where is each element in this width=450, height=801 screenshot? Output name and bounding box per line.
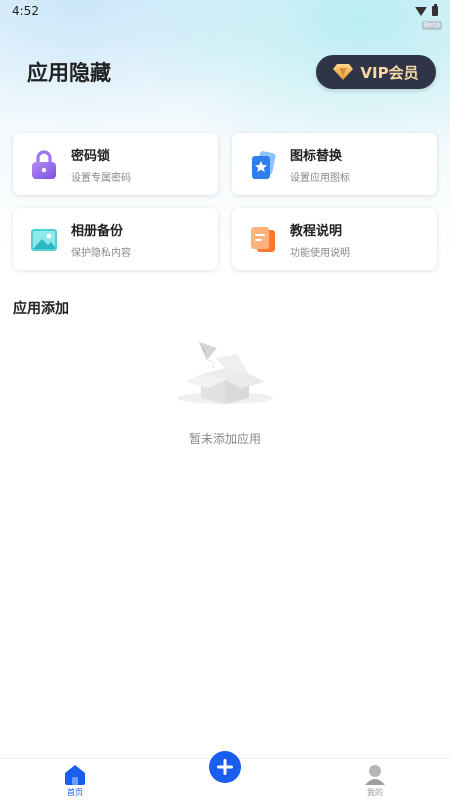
diamond-icon [333,64,354,80]
status-icons [415,4,438,16]
status-time: 4:52 [12,4,39,18]
page-title: 应用隐藏 [27,61,111,85]
card-title: 图标替换 [290,148,343,164]
card-subtitle: 保护隐私内容 [71,247,131,259]
empty-state-text: 暂未添加应用 [188,432,261,446]
star-card-icon [248,149,278,179]
card-title: 教程说明 [290,223,343,239]
plus-icon [217,759,233,775]
card-subtitle: 设置应用图标 [290,172,350,184]
nav-mine-label: 我的 [367,788,383,797]
vip-label: VIP会员 [360,63,419,82]
battery-icon [432,4,438,16]
document-icon [248,224,278,254]
card-subtitle: 设置专属密码 [71,172,131,184]
card-album-backup[interactable]: 相册备份 保护隐私内容 [13,208,218,270]
card-password-lock[interactable]: 密码锁 设置专属密码 [13,133,218,195]
card-title: 密码锁 [71,148,111,164]
card-icon-replace[interactable]: 图标替换 设置应用图标 [232,133,437,195]
card-title: 相册备份 [71,223,124,239]
nav-home[interactable]: 首页 [45,763,105,798]
vip-button[interactable]: VIP会员 [316,55,436,89]
empty-box-icon [175,338,275,408]
image-icon [29,224,59,254]
nav-mine[interactable]: 我的 [345,763,405,798]
nav-home-label: 首页 [67,788,83,797]
add-app-button[interactable] [209,751,241,783]
card-subtitle: 功能使用说明 [290,247,350,259]
card-tutorial[interactable]: 教程说明 功能使用说明 [232,208,437,270]
user-icon [365,765,385,785]
section-title: 应用添加 [13,301,69,317]
home-icon [65,765,85,785]
status-tag: Beta [421,21,442,30]
status-bar: 4:52 [0,0,450,22]
lock-icon [29,149,59,179]
wifi-icon [415,6,427,16]
